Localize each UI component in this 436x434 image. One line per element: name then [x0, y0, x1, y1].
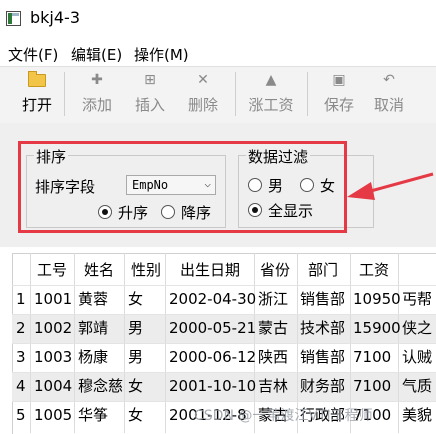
column-header[interactable]: 部门 [308, 255, 338, 285]
row-number[interactable]: 4 [16, 372, 26, 401]
table-cell[interactable]: 杨康 [78, 343, 108, 372]
row-number[interactable]: 5 [16, 401, 26, 433]
menu-edit[interactable]: 编辑(E) [71, 44, 122, 65]
highlight-box [18, 141, 347, 233]
column-header[interactable]: 工号 [37, 255, 67, 285]
table-cell[interactable]: 10950 [353, 285, 401, 314]
table-cell[interactable]: 2001-10-10 [169, 372, 256, 401]
folder-open-icon [28, 71, 46, 87]
table-cell[interactable]: 15900 [353, 314, 401, 343]
app-icon [6, 11, 21, 26]
toolbar-separator [307, 72, 308, 116]
table-cell[interactable]: 2000-06-12 [169, 343, 256, 372]
table-cell[interactable]: 陕西 [258, 343, 288, 372]
raise-salary-button[interactable]: ▲ 涨工资 [246, 70, 296, 118]
table-cell[interactable]: 1001 [34, 285, 72, 314]
menu-file[interactable]: 文件(F) [8, 44, 58, 65]
table-cell[interactable]: 蒙古 [258, 314, 288, 343]
watermark: CSDN @一苇渡江VTI工程师 [194, 408, 373, 424]
column-header[interactable]: 性别 [131, 255, 161, 285]
table-cell[interactable]: 美貌 [402, 401, 436, 433]
table-cell[interactable]: 2000-05-21 [169, 314, 256, 343]
table-cell[interactable]: 财务部 [300, 372, 345, 401]
table-cell[interactable]: 1003 [34, 343, 72, 372]
insert-button[interactable]: ⊞ 插入 [127, 70, 173, 118]
table-cell[interactable]: 穆念慈 [78, 372, 123, 401]
table-cell[interactable]: 女 [128, 401, 143, 433]
table-cell[interactable]: 侠之 [402, 314, 436, 343]
delete-button[interactable]: ✕ 删除 [180, 70, 226, 118]
close-icon: ✕ [197, 72, 209, 88]
menu-bar [0, 40, 436, 66]
window-title: bkj4-3 [30, 8, 80, 27]
table-cell[interactable]: 1002 [34, 314, 72, 343]
table-cell[interactable]: 郭靖 [78, 314, 108, 343]
triangle-up-icon: ▲ [265, 72, 277, 88]
cancel-button[interactable]: ↶ 取消 [366, 70, 412, 118]
table-cell[interactable]: 女 [128, 372, 143, 401]
table-cell[interactable]: 吉林 [258, 372, 288, 401]
arrow-icon [347, 172, 434, 200]
table-cell[interactable]: 2002-04-30 [169, 285, 256, 314]
table-cell[interactable]: 男 [128, 343, 143, 372]
column-header[interactable]: 姓名 [84, 255, 114, 285]
column-header[interactable]: 工资 [359, 255, 389, 285]
table-cell[interactable]: 销售部 [300, 343, 345, 372]
table-cell[interactable]: 女 [128, 285, 143, 314]
table-cell[interactable]: 黄蓉 [78, 285, 108, 314]
save-icon: ▣ [332, 72, 346, 88]
table-cell[interactable]: 浙江 [258, 285, 288, 314]
open-button[interactable]: 打开 [14, 70, 60, 118]
table-cell[interactable]: 气质 [402, 372, 436, 401]
row-number[interactable]: 2 [16, 314, 26, 343]
save-button[interactable]: ▣ 保存 [316, 70, 362, 118]
table-cell[interactable]: 1004 [34, 372, 72, 401]
table-cell[interactable]: 男 [128, 314, 143, 343]
table-cell[interactable]: 7100 [353, 343, 391, 372]
table-cell[interactable]: 销售部 [300, 285, 345, 314]
table-cell[interactable]: 技术部 [300, 314, 345, 343]
toolbar-separator [64, 72, 65, 116]
column-header[interactable]: 出生日期 [180, 255, 240, 285]
table-cell[interactable]: 丐帮 [402, 285, 436, 314]
table-cell[interactable]: 7100 [353, 372, 391, 401]
undo-icon: ↶ [383, 72, 395, 88]
row-number[interactable]: 3 [16, 343, 26, 372]
column-header[interactable]: 省份 [260, 255, 290, 285]
row-number[interactable]: 1 [16, 285, 26, 314]
add-button[interactable]: ✚ 添加 [74, 70, 120, 118]
table-cell[interactable]: 华筝 [78, 401, 108, 433]
table-cell[interactable]: 1005 [34, 401, 72, 433]
table-cell[interactable]: 认贼 [402, 343, 436, 372]
insert-row-icon: ⊞ [144, 72, 156, 88]
toolbar-separator [235, 72, 236, 116]
plus-icon: ✚ [91, 72, 103, 88]
menu-operation[interactable]: 操作(M) [134, 44, 189, 65]
